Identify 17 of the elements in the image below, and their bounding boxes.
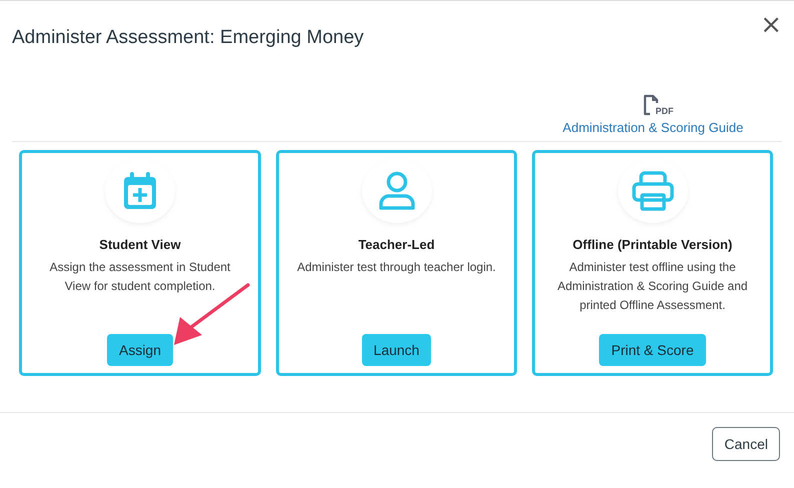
person-icon	[378, 171, 416, 211]
option-description: Administer test through teacher login.	[297, 259, 496, 276]
option-title: Teacher-Led	[358, 237, 435, 252]
dialog-title: Administer Assessment: Emerging Money	[12, 27, 364, 49]
cancel-button[interactable]: Cancel	[712, 427, 780, 461]
option-button[interactable]: Print & Score	[599, 334, 706, 366]
option-button[interactable]: Assign	[106, 334, 174, 366]
option-description: Administer test offline using the Administration & Scoring Guide and printed Offline Assessment.	[556, 259, 749, 314]
guide-link[interactable]: Administration & Scoring Guide	[562, 120, 744, 135]
option-title: Offline (Printable Version)	[572, 237, 732, 252]
close-button[interactable]: ×	[760, 15, 782, 35]
option-description: Assign the assessment in Student View for student completion.	[48, 259, 232, 295]
option-title: Student View	[99, 237, 181, 252]
option-button[interactable]: Launch	[362, 334, 432, 366]
pdf-label: PDF	[656, 106, 674, 116]
printer-icon	[630, 171, 674, 211]
calendar-plus-icon	[122, 171, 158, 211]
